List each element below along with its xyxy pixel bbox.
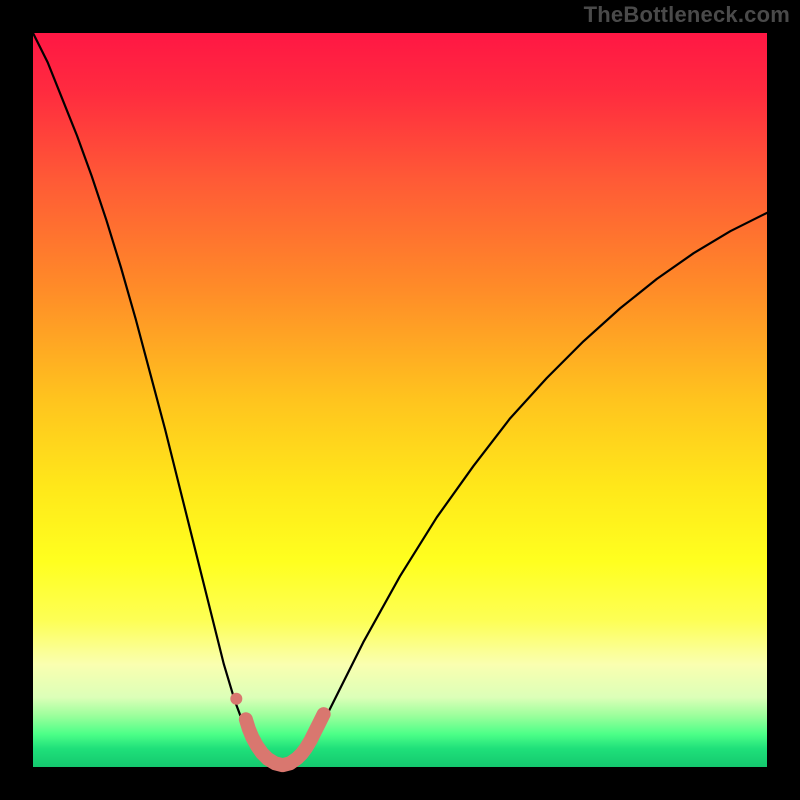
left-dot <box>230 693 242 705</box>
chart-frame: TheBottleneck.com <box>0 0 800 800</box>
watermark-text: TheBottleneck.com <box>584 2 790 28</box>
gradient-area <box>33 33 767 767</box>
bottleneck-chart <box>0 0 800 800</box>
